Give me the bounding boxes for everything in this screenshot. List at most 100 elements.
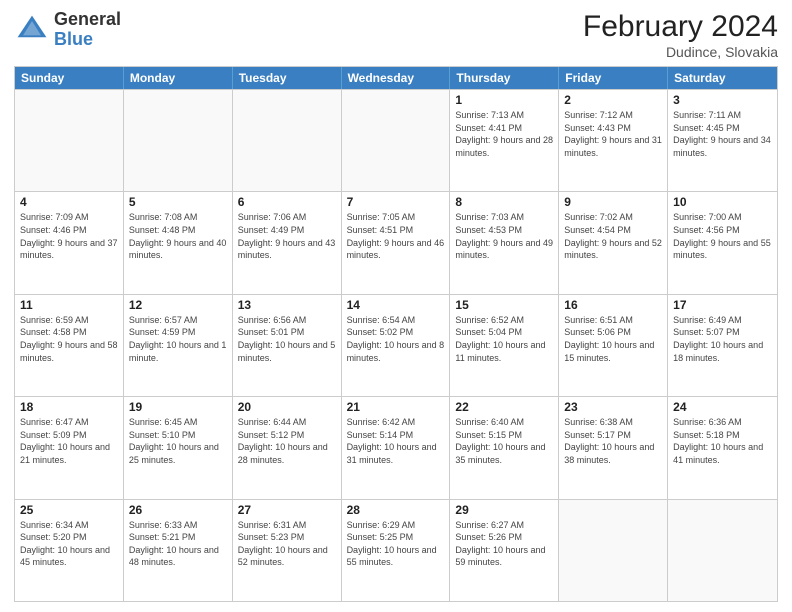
title-location: Dudince, Slovakia bbox=[583, 44, 778, 60]
day-info: Sunrise: 6:45 AM Sunset: 5:10 PM Dayligh… bbox=[129, 416, 227, 466]
logo-blue: Blue bbox=[54, 30, 121, 50]
day-info: Sunrise: 6:31 AM Sunset: 5:23 PM Dayligh… bbox=[238, 519, 336, 569]
title-month: February 2024 bbox=[583, 10, 778, 44]
week-row-4: 18 Sunrise: 6:47 AM Sunset: 5:09 PM Dayli… bbox=[15, 396, 777, 498]
day-cell-24: 24 Sunrise: 6:36 AM Sunset: 5:18 PM Dayli… bbox=[668, 397, 777, 498]
day-info: Sunrise: 6:56 AM Sunset: 5:01 PM Dayligh… bbox=[238, 314, 336, 364]
day-cell-18: 18 Sunrise: 6:47 AM Sunset: 5:09 PM Dayli… bbox=[15, 397, 124, 498]
day-number: 6 bbox=[238, 195, 336, 209]
day-cell-20: 20 Sunrise: 6:44 AM Sunset: 5:12 PM Dayli… bbox=[233, 397, 342, 498]
day-number: 7 bbox=[347, 195, 445, 209]
day-info: Sunrise: 6:29 AM Sunset: 5:25 PM Dayligh… bbox=[347, 519, 445, 569]
day-info: Sunrise: 6:52 AM Sunset: 5:04 PM Dayligh… bbox=[455, 314, 553, 364]
day-cell-25: 25 Sunrise: 6:34 AM Sunset: 5:20 PM Dayli… bbox=[15, 500, 124, 601]
day-cell-22: 22Sunrise: 6:40 AM Sunset: 5:15 PM Dayli… bbox=[450, 397, 559, 498]
day-cell-empty bbox=[124, 90, 233, 191]
day-cell-21: 21 Sunrise: 6:42 AM Sunset: 5:14 PM Dayli… bbox=[342, 397, 451, 498]
day-info: Sunrise: 7:13 AM Sunset: 4:41 PM Dayligh… bbox=[455, 109, 553, 159]
day-number: 22 bbox=[455, 400, 553, 414]
day-info: Sunrise: 6:33 AM Sunset: 5:21 PM Dayligh… bbox=[129, 519, 227, 569]
day-info: Sunrise: 6:57 AM Sunset: 4:59 PM Dayligh… bbox=[129, 314, 227, 364]
day-info: Sunrise: 6:44 AM Sunset: 5:12 PM Dayligh… bbox=[238, 416, 336, 466]
day-number: 1 bbox=[455, 93, 553, 107]
logo-general: General bbox=[54, 10, 121, 30]
day-cell-empty bbox=[342, 90, 451, 191]
day-info: Sunrise: 6:59 AM Sunset: 4:58 PM Dayligh… bbox=[20, 314, 118, 364]
day-cell-7: 7Sunrise: 7:05 AM Sunset: 4:51 PM Daylig… bbox=[342, 192, 451, 293]
day-cell-23: 23Sunrise: 6:38 AM Sunset: 5:17 PM Dayli… bbox=[559, 397, 668, 498]
day-info: Sunrise: 6:36 AM Sunset: 5:18 PM Dayligh… bbox=[673, 416, 772, 466]
header-day-tuesday: Tuesday bbox=[233, 67, 342, 89]
title-block: February 2024 Dudince, Slovakia bbox=[583, 10, 778, 60]
day-number: 12 bbox=[129, 298, 227, 312]
day-info: Sunrise: 6:27 AM Sunset: 5:26 PM Dayligh… bbox=[455, 519, 553, 569]
day-cell-4: 4Sunrise: 7:09 AM Sunset: 4:46 PM Daylig… bbox=[15, 192, 124, 293]
day-info: Sunrise: 7:02 AM Sunset: 4:54 PM Dayligh… bbox=[564, 211, 662, 261]
header-day-monday: Monday bbox=[124, 67, 233, 89]
day-cell-6: 6 Sunrise: 7:06 AM Sunset: 4:49 PM Daylig… bbox=[233, 192, 342, 293]
day-number: 8 bbox=[455, 195, 553, 209]
day-info: Sunrise: 7:06 AM Sunset: 4:49 PM Dayligh… bbox=[238, 211, 336, 261]
day-cell-19: 19 Sunrise: 6:45 AM Sunset: 5:10 PM Dayli… bbox=[124, 397, 233, 498]
day-cell-empty bbox=[668, 500, 777, 601]
day-cell-17: 17 Sunrise: 6:49 AM Sunset: 5:07 PM Dayli… bbox=[668, 295, 777, 396]
header: General Blue February 2024 Dudince, Slov… bbox=[14, 10, 778, 60]
day-cell-empty bbox=[559, 500, 668, 601]
day-cell-2: 2Sunrise: 7:12 AM Sunset: 4:43 PM Daylig… bbox=[559, 90, 668, 191]
day-number: 20 bbox=[238, 400, 336, 414]
calendar-body: 1 Sunrise: 7:13 AM Sunset: 4:41 PM Daylig… bbox=[15, 89, 777, 601]
day-cell-12: 12 Sunrise: 6:57 AM Sunset: 4:59 PM Dayli… bbox=[124, 295, 233, 396]
day-number: 24 bbox=[673, 400, 772, 414]
header-day-wednesday: Wednesday bbox=[342, 67, 451, 89]
calendar-header: SundayMondayTuesdayWednesdayThursdayFrid… bbox=[15, 67, 777, 89]
week-row-3: 11 Sunrise: 6:59 AM Sunset: 4:58 PM Dayli… bbox=[15, 294, 777, 396]
day-cell-27: 27 Sunrise: 6:31 AM Sunset: 5:23 PM Dayli… bbox=[233, 500, 342, 601]
day-info: Sunrise: 7:11 AM Sunset: 4:45 PM Dayligh… bbox=[673, 109, 772, 159]
day-info: Sunrise: 6:42 AM Sunset: 5:14 PM Dayligh… bbox=[347, 416, 445, 466]
day-number: 21 bbox=[347, 400, 445, 414]
logo: General Blue bbox=[14, 10, 121, 50]
day-cell-14: 14Sunrise: 6:54 AM Sunset: 5:02 PM Dayli… bbox=[342, 295, 451, 396]
day-number: 19 bbox=[129, 400, 227, 414]
day-info: Sunrise: 6:47 AM Sunset: 5:09 PM Dayligh… bbox=[20, 416, 118, 466]
day-cell-29: 29Sunrise: 6:27 AM Sunset: 5:26 PM Dayli… bbox=[450, 500, 559, 601]
day-cell-16: 16 Sunrise: 6:51 AM Sunset: 5:06 PM Dayli… bbox=[559, 295, 668, 396]
day-number: 28 bbox=[347, 503, 445, 517]
header-day-thursday: Thursday bbox=[450, 67, 559, 89]
day-info: Sunrise: 6:34 AM Sunset: 5:20 PM Dayligh… bbox=[20, 519, 118, 569]
day-info: Sunrise: 6:51 AM Sunset: 5:06 PM Dayligh… bbox=[564, 314, 662, 364]
day-number: 3 bbox=[673, 93, 772, 107]
day-info: Sunrise: 7:08 AM Sunset: 4:48 PM Dayligh… bbox=[129, 211, 227, 261]
week-row-2: 4Sunrise: 7:09 AM Sunset: 4:46 PM Daylig… bbox=[15, 191, 777, 293]
day-cell-3: 3 Sunrise: 7:11 AM Sunset: 4:45 PM Daylig… bbox=[668, 90, 777, 191]
day-cell-9: 9 Sunrise: 7:02 AM Sunset: 4:54 PM Daylig… bbox=[559, 192, 668, 293]
day-info: Sunrise: 7:03 AM Sunset: 4:53 PM Dayligh… bbox=[455, 211, 553, 261]
day-info: Sunrise: 7:12 AM Sunset: 4:43 PM Dayligh… bbox=[564, 109, 662, 159]
day-cell-empty bbox=[233, 90, 342, 191]
header-day-sunday: Sunday bbox=[15, 67, 124, 89]
day-cell-28: 28 Sunrise: 6:29 AM Sunset: 5:25 PM Dayli… bbox=[342, 500, 451, 601]
day-number: 16 bbox=[564, 298, 662, 312]
day-number: 27 bbox=[238, 503, 336, 517]
day-cell-10: 10 Sunrise: 7:00 AM Sunset: 4:56 PM Dayli… bbox=[668, 192, 777, 293]
day-number: 15 bbox=[455, 298, 553, 312]
day-cell-15: 15 Sunrise: 6:52 AM Sunset: 5:04 PM Dayli… bbox=[450, 295, 559, 396]
day-info: Sunrise: 6:49 AM Sunset: 5:07 PM Dayligh… bbox=[673, 314, 772, 364]
day-number: 10 bbox=[673, 195, 772, 209]
day-cell-5: 5 Sunrise: 7:08 AM Sunset: 4:48 PM Daylig… bbox=[124, 192, 233, 293]
day-info: Sunrise: 6:38 AM Sunset: 5:17 PM Dayligh… bbox=[564, 416, 662, 466]
day-info: Sunrise: 6:54 AM Sunset: 5:02 PM Dayligh… bbox=[347, 314, 445, 364]
day-number: 5 bbox=[129, 195, 227, 209]
day-cell-26: 26 Sunrise: 6:33 AM Sunset: 5:21 PM Dayli… bbox=[124, 500, 233, 601]
day-number: 17 bbox=[673, 298, 772, 312]
day-number: 18 bbox=[20, 400, 118, 414]
day-number: 9 bbox=[564, 195, 662, 209]
day-number: 11 bbox=[20, 298, 118, 312]
page: General Blue February 2024 Dudince, Slov… bbox=[0, 0, 792, 612]
calendar: SundayMondayTuesdayWednesdayThursdayFrid… bbox=[14, 66, 778, 602]
day-info: Sunrise: 7:00 AM Sunset: 4:56 PM Dayligh… bbox=[673, 211, 772, 261]
logo-icon bbox=[14, 12, 50, 48]
day-cell-1: 1 Sunrise: 7:13 AM Sunset: 4:41 PM Daylig… bbox=[450, 90, 559, 191]
day-number: 26 bbox=[129, 503, 227, 517]
day-number: 25 bbox=[20, 503, 118, 517]
